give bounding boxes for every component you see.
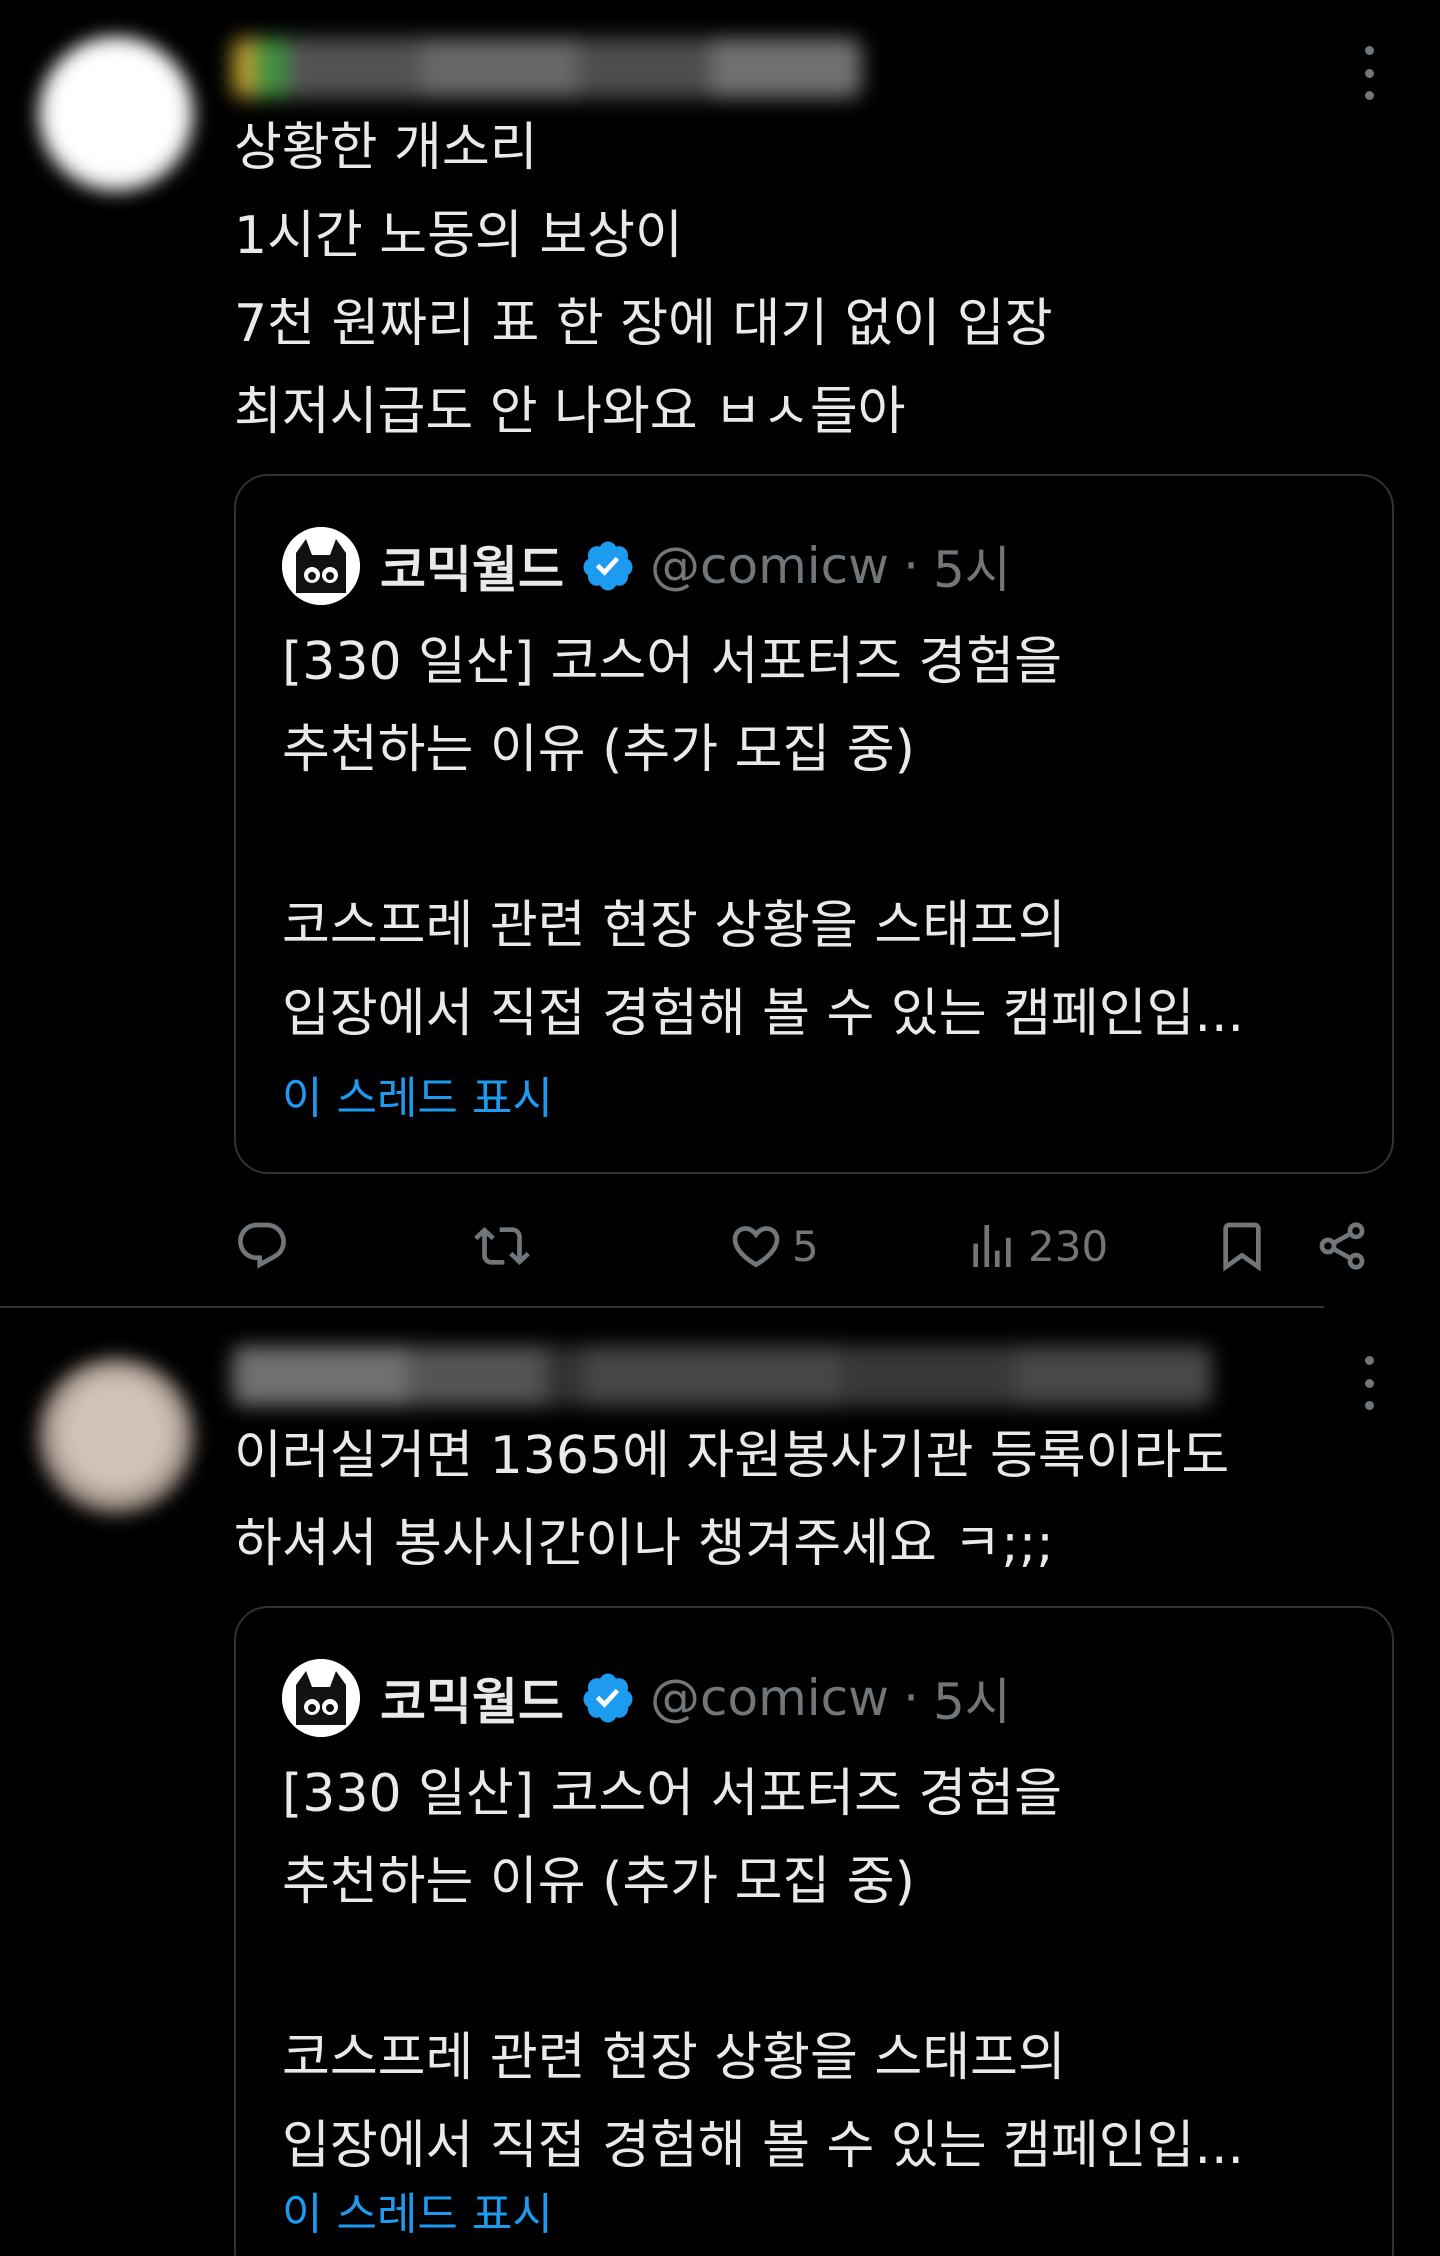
views-count: 230 xyxy=(1028,1221,1109,1271)
post-text: 상황한 개소리 1시간 노동의 보상이 7천 원짜리 표 한 장에 대기 없이 … xyxy=(234,118,1053,442)
reply-button[interactable] xyxy=(234,1206,290,1286)
share-icon xyxy=(1319,1222,1365,1270)
like-count: 5 xyxy=(792,1221,819,1271)
reply-post[interactable]: 상황한 개소리 1시간 노동의 보상이 7천 원짜리 표 한 장에 대기 없이 … xyxy=(0,0,1440,1308)
bookmark-button[interactable] xyxy=(1214,1206,1270,1286)
quoted-author-name[interactable]: 코믹월드 xyxy=(380,1662,564,1734)
quoted-post-time[interactable]: 5시 xyxy=(933,1662,1011,1734)
post-text: 이러실거면 1365에 자원봉사기관 등록이라도 하셔서 봉사시간이나 챙겨주세… xyxy=(234,1426,1230,1574)
comicworld-cat-avatar[interactable] xyxy=(282,1659,360,1737)
header-separator: · xyxy=(903,1669,919,1727)
avatar[interactable] xyxy=(38,1358,194,1514)
quoted-post[interactable]: 코믹월드 @comicw · 5시 [330 일산] 코스어 서포터즈 경험을 … xyxy=(234,1606,1394,2256)
author-header-blurred xyxy=(232,38,862,98)
like-button[interactable]: 5 xyxy=(728,1206,819,1286)
quoted-post-text: [330 일산] 코스어 서포터즈 경험을 추천하는 이유 (추가 모집 중) … xyxy=(282,632,1245,1044)
quoted-post-time[interactable]: 5시 xyxy=(933,530,1011,602)
heart-icon xyxy=(732,1226,780,1268)
more-options-icon[interactable] xyxy=(1362,46,1376,100)
post-actions: 5 230 xyxy=(234,1206,1365,1286)
bookmark-icon xyxy=(1223,1222,1261,1272)
quoted-author-handle[interactable]: @comicw xyxy=(650,1669,889,1727)
verified-badge-icon xyxy=(583,1673,633,1723)
reply-post[interactable]: 이러실거면 1365에 자원봉사기관 등록이라도 하셔서 봉사시간이나 챙겨주세… xyxy=(0,1308,1440,2256)
quoted-post-header: 코믹월드 @comicw · 5시 xyxy=(282,526,1011,606)
header-separator: · xyxy=(903,537,919,595)
quoted-post[interactable]: 코믹월드 @comicw · 5시 [330 일산] 코스어 서포터즈 경험을 … xyxy=(234,474,1394,1174)
comicworld-cat-avatar[interactable] xyxy=(282,527,360,605)
verified-badge-icon xyxy=(583,541,633,591)
quoted-author-handle[interactable]: @comicw xyxy=(650,537,889,595)
views-icon xyxy=(973,1225,1011,1267)
more-options-icon[interactable] xyxy=(1362,1356,1376,1410)
author-header-blurred xyxy=(232,1346,1212,1406)
reply-feed: 상황한 개소리 1시간 노동의 보상이 7천 원짜리 표 한 장에 대기 없이 … xyxy=(0,0,1440,2256)
share-button[interactable] xyxy=(1314,1206,1370,1286)
repost-button[interactable] xyxy=(474,1206,530,1286)
quoted-post-text: [330 일산] 코스어 서포터즈 경험을 추천하는 이유 (추가 모집 중) … xyxy=(282,1764,1245,2176)
quoted-post-header: 코믹월드 @comicw · 5시 xyxy=(282,1658,1011,1738)
show-thread-link[interactable]: 이 스레드 표시 xyxy=(282,2178,553,2242)
show-thread-link[interactable]: 이 스레드 표시 xyxy=(282,1062,553,1126)
reply-icon xyxy=(238,1222,286,1269)
avatar[interactable] xyxy=(38,36,194,192)
views-button[interactable]: 230 xyxy=(964,1206,1108,1286)
repost-icon xyxy=(474,1227,530,1265)
quoted-author-name[interactable]: 코믹월드 xyxy=(380,530,564,602)
